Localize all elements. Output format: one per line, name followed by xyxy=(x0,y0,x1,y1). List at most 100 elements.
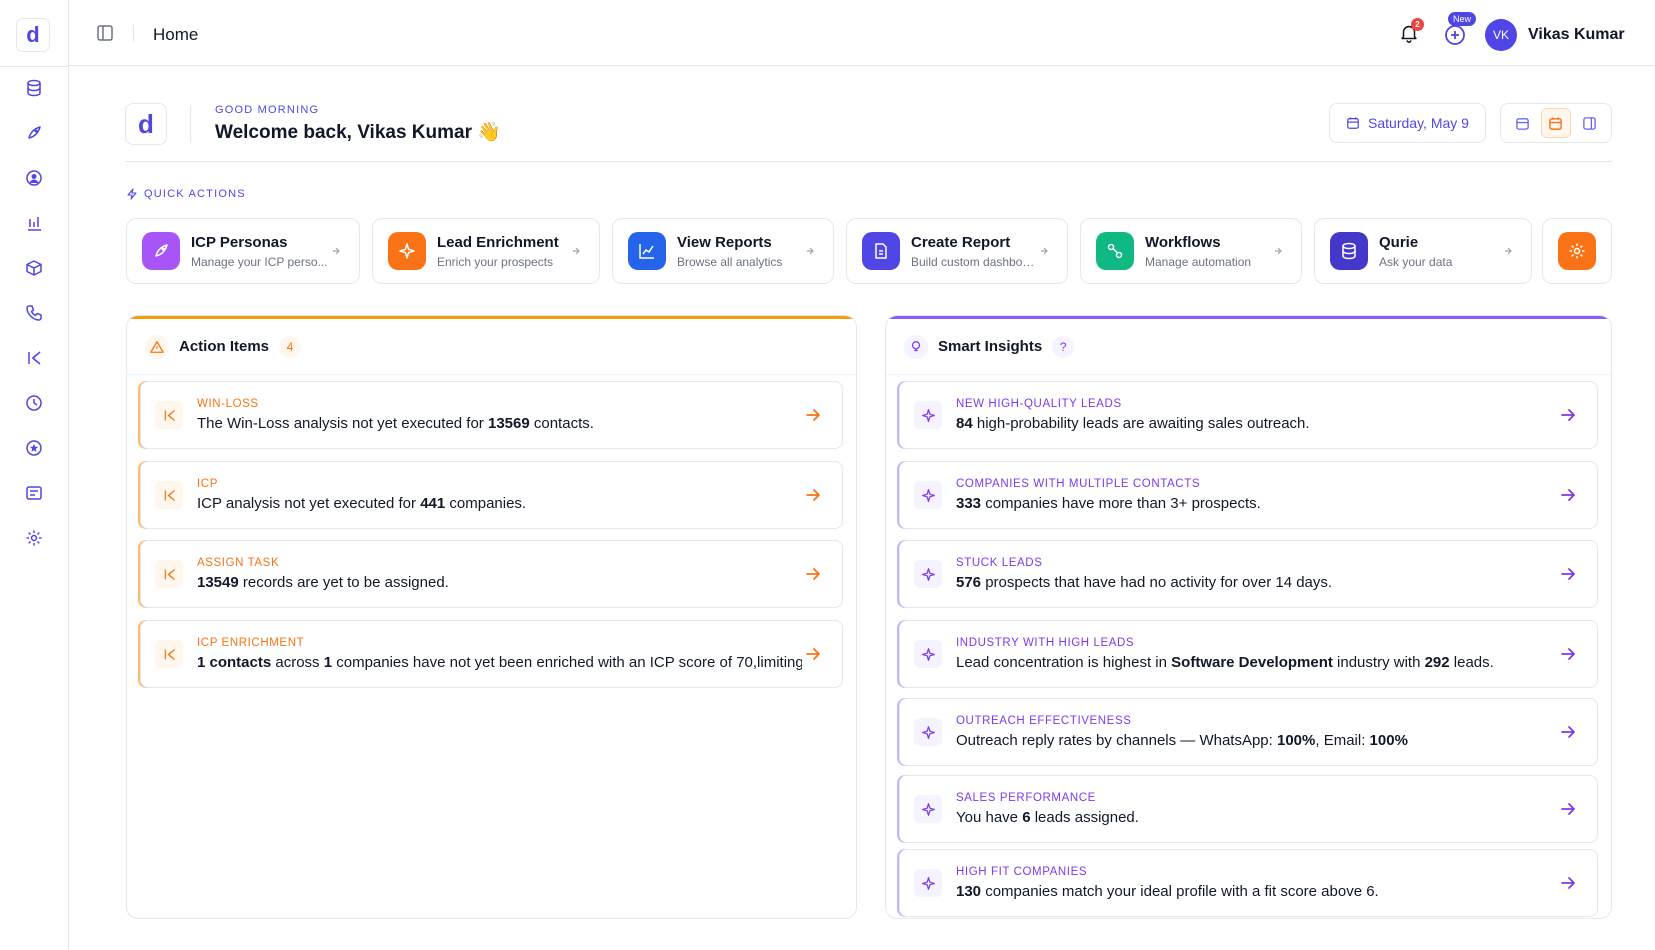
sidebar-item-user-circle[interactable] xyxy=(19,163,49,193)
item-text: OUTREACH EFFECTIVENESS Outreach reply ra… xyxy=(956,715,1557,749)
workflow-icon-glyph xyxy=(1107,243,1123,259)
view-panel-button[interactable] xyxy=(1574,108,1604,138)
sidebar-toggle-button[interactable] xyxy=(93,21,117,45)
item-description: 1 contacts across 1 companies have not y… xyxy=(197,654,802,671)
arrow-right-icon[interactable] xyxy=(802,486,824,504)
list-item[interactable]: COMPANIES WITH MULTIPLE CONTACTS 333 com… xyxy=(899,461,1598,529)
quick-action-qurie[interactable]: Qurie Ask your data xyxy=(1314,218,1532,284)
arrow-right-icon[interactable] xyxy=(802,565,824,583)
item-label: WIN-LOSS xyxy=(197,398,259,410)
quick-action-create-report[interactable]: Create Report Build custom dashboards xyxy=(846,218,1068,284)
view-today-button[interactable] xyxy=(1540,108,1571,138)
list-item[interactable]: NEW HIGH-QUALITY LEADS 84 high-probabili… xyxy=(899,381,1598,449)
greeting-label: GOOD MORNING xyxy=(215,104,320,116)
arrow-right-icon[interactable] xyxy=(802,645,824,663)
list-item[interactable]: OUTREACH EFFECTIVENESS Outreach reply ra… xyxy=(899,698,1598,766)
item-description: The Win-Loss analysis not yet executed f… xyxy=(197,415,594,432)
wave-emoji: 👋 xyxy=(477,122,501,143)
sidebar-item-globe[interactable] xyxy=(19,388,49,418)
quick-action-title: Create Report xyxy=(911,233,1011,251)
chevron-right-icon xyxy=(569,246,583,256)
item-text: SALES PERFORMANCE You have 6 leads assig… xyxy=(956,792,1557,826)
sparkle-icon xyxy=(914,640,942,668)
chart-icon xyxy=(628,232,666,270)
quick-action-title: Lead Enrichment xyxy=(437,233,559,251)
arrow-right-icon[interactable] xyxy=(1557,874,1579,892)
quick-action-icp-personas[interactable]: ICP Personas Manage your ICP perso... xyxy=(126,218,360,284)
box-icon xyxy=(26,260,42,276)
list-item[interactable]: WIN-LOSS The Win-Loss analysis not yet e… xyxy=(140,381,843,449)
list-check-icon xyxy=(155,481,183,509)
sparkle-icon xyxy=(914,718,942,746)
list-item[interactable]: ICP ENRICHMENT 1 contacts across 1 compa… xyxy=(140,620,843,688)
quick-action-text: ICP Personas Manage your ICP perso... xyxy=(191,234,329,269)
list-item[interactable]: STUCK LEADS 576 prospects that have had … xyxy=(899,540,1598,608)
quick-action-settings[interactable] xyxy=(1542,218,1612,284)
notifications-button[interactable]: 2 xyxy=(1398,18,1424,46)
quick-action-subtitle: Browse all analytics xyxy=(677,254,783,269)
action-items-panel: Action Items 4 WIN-LOSS The Win-Loss ana… xyxy=(126,315,857,919)
app-logo[interactable]: d xyxy=(16,18,50,52)
arrow-right-icon[interactable] xyxy=(1557,565,1579,583)
sparkle-icon xyxy=(921,876,935,890)
avatar[interactable]: VK xyxy=(1485,19,1517,51)
item-label: COMPANIES WITH MULTIPLE CONTACTS xyxy=(956,478,1201,490)
view-calendar-button[interactable] xyxy=(1508,108,1538,138)
quick-action-text: Create Report Build custom dashboards xyxy=(911,234,1037,269)
list-item[interactable]: INDUSTRY WITH HIGH LEADS Lead concentrat… xyxy=(899,620,1598,688)
item-text: ICP ENRICHMENT 1 contacts across 1 compa… xyxy=(197,637,802,671)
arrow-right-icon[interactable] xyxy=(802,406,824,424)
sidebar-item-database[interactable] xyxy=(19,73,49,103)
list-item[interactable]: SALES PERFORMANCE You have 6 leads assig… xyxy=(899,775,1598,843)
action-items-count: 4 xyxy=(279,335,302,358)
quick-action-title: View Reports xyxy=(677,233,772,251)
quick-action-workflows[interactable]: Workflows Manage automation xyxy=(1080,218,1302,284)
sparkle-icon xyxy=(921,488,935,502)
lightning-icon xyxy=(127,188,137,200)
arrow-right-icon[interactable] xyxy=(1557,800,1579,818)
sidebar-item-bar-chart[interactable] xyxy=(19,208,49,238)
list-check-icon xyxy=(155,401,183,429)
item-text: INDUSTRY WITH HIGH LEADS Lead concentrat… xyxy=(956,637,1557,671)
item-text: STUCK LEADS 576 prospects that have had … xyxy=(956,557,1557,591)
quick-action-view-reports[interactable]: View Reports Browse all analytics xyxy=(612,218,834,284)
sidebar-item-signal[interactable] xyxy=(19,343,49,373)
calendar-icon xyxy=(1347,117,1359,129)
item-description: You have 6 leads assigned. xyxy=(956,809,1139,826)
item-description: Lead concentration is highest in Softwar… xyxy=(956,654,1494,671)
date-picker-button[interactable]: Saturday, May 9 xyxy=(1329,103,1486,143)
quick-action-subtitle: Ask your data xyxy=(1379,254,1453,269)
list-item[interactable]: ICP ICP analysis not yet executed for 44… xyxy=(140,461,843,529)
chevron-right-icon xyxy=(1037,246,1051,256)
lightbulb-icon xyxy=(904,334,928,359)
arrow-right-icon[interactable] xyxy=(1557,406,1579,424)
sidebar-item-form[interactable] xyxy=(19,478,49,508)
sidebar-item-settings[interactable] xyxy=(19,523,49,553)
warning-icon xyxy=(145,334,169,359)
quick-action-subtitle: Enrich your prospects xyxy=(437,254,554,269)
logo-letter: d xyxy=(26,22,40,47)
arrow-right-icon[interactable] xyxy=(1557,645,1579,663)
user-name[interactable]: Vikas Kumar xyxy=(1528,26,1625,44)
item-label: ICP ENRICHMENT xyxy=(197,637,305,649)
list-item[interactable]: HIGH FIT COMPANIES 130 companies match y… xyxy=(899,849,1598,917)
sidebar-item-box[interactable] xyxy=(19,253,49,283)
new-item-button[interactable]: New xyxy=(1443,12,1477,48)
rocket-icon xyxy=(142,232,180,270)
smart-insights-title: Smart Insights xyxy=(938,338,1043,355)
arrow-right-icon[interactable] xyxy=(1557,723,1579,741)
sidebar-rail: d xyxy=(0,0,69,950)
list-item[interactable]: ASSIGN TASK 13549 records are yet to be … xyxy=(140,540,843,608)
chevron-right-icon xyxy=(1271,246,1285,256)
calendar-today-icon xyxy=(1549,116,1563,130)
arrow-right-icon[interactable] xyxy=(1557,486,1579,504)
sparkle-icon xyxy=(921,802,935,816)
quick-action-lead-enrichment[interactable]: Lead Enrichment Enrich your prospects xyxy=(372,218,600,284)
sidebar-item-phone[interactable] xyxy=(19,298,49,328)
sidebar-item-rocket[interactable] xyxy=(19,118,49,148)
sparkle-icon xyxy=(921,725,935,739)
sidebar-item-star[interactable] xyxy=(19,433,49,463)
sparkle-icon xyxy=(921,408,935,422)
help-icon[interactable]: ? xyxy=(1052,335,1075,358)
item-text: ICP ICP analysis not yet executed for 44… xyxy=(197,478,802,512)
